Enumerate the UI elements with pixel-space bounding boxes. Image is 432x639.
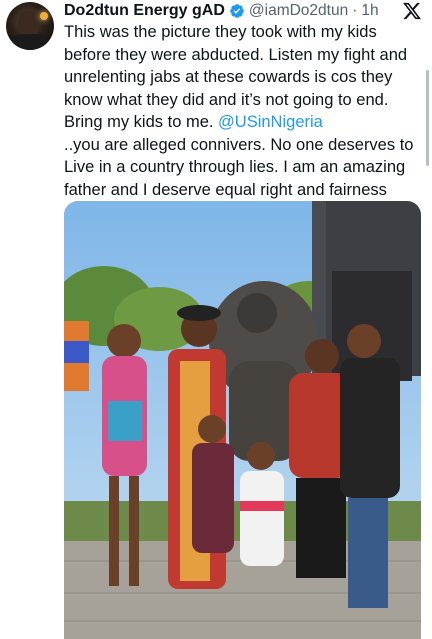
separator-dot: · [352,2,358,19]
avatar-face [18,10,40,36]
scrollbar[interactable] [426,70,429,166]
tweet-text: This was the picture they took with my k… [64,21,422,201]
tweet-time[interactable]: 1h [361,2,378,20]
verified-badge-icon [230,4,244,18]
tweet-header: Do2dtun Energy gAD @iamDo2dtun · 1h [64,0,424,22]
mention-link[interactable]: @USinNigeria [218,113,323,131]
avatar-shirt [10,34,50,50]
family-photo-illustration [64,201,421,639]
avatar-light [40,12,48,20]
author-name[interactable]: Do2dtun Energy gAD [64,2,225,20]
avatar[interactable] [6,2,54,50]
tweet-photo[interactable] [64,201,421,639]
tweet-text-part-2: ..you are alleged connivers. No one dese… [64,135,414,199]
x-logo-icon[interactable] [402,1,422,21]
author-handle[interactable]: @iamDo2dtun [249,2,348,20]
